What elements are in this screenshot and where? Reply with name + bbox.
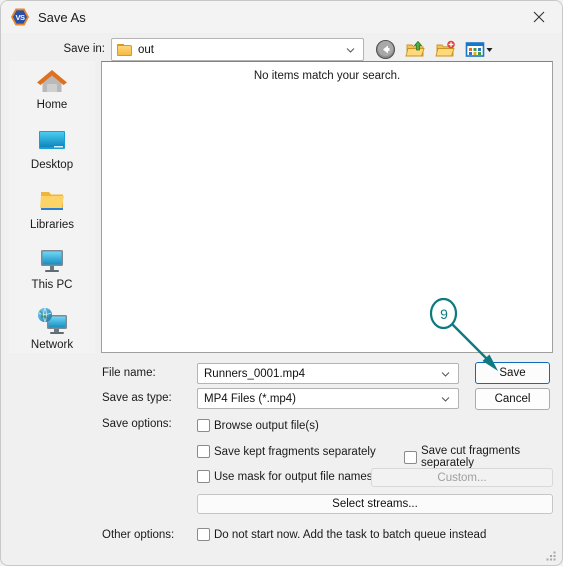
save-in-value: out bbox=[138, 43, 154, 56]
back-button[interactable] bbox=[375, 39, 396, 60]
browse-output-checkbox[interactable]: Browse output file(s) bbox=[197, 419, 319, 432]
title-bar: VS Save As bbox=[1, 1, 562, 33]
sidebar-item-this-pc[interactable]: This PC bbox=[9, 241, 95, 299]
empty-list-message: No items match your search. bbox=[253, 70, 401, 82]
save-options-label: Save options: bbox=[102, 418, 172, 430]
resize-grip[interactable] bbox=[546, 550, 557, 561]
network-globe-icon bbox=[34, 305, 70, 337]
checkbox-label: Save kept fragments separately bbox=[214, 445, 376, 458]
checkbox-box bbox=[197, 445, 210, 458]
checkbox-box bbox=[197, 528, 210, 541]
checkbox-label: Do not start now. Add the task to batch … bbox=[214, 528, 487, 541]
sidebar-item-label: This PC bbox=[31, 279, 73, 291]
checkbox-box bbox=[404, 450, 417, 464]
save-as-type-label: Save as type: bbox=[102, 392, 172, 404]
cancel-button[interactable]: Cancel bbox=[475, 388, 550, 410]
save-cut-fragments-checkbox[interactable]: Save cut fragments separately bbox=[404, 445, 562, 469]
sidebar-item-network[interactable]: Network bbox=[9, 301, 95, 359]
custom-button[interactable]: Custom... bbox=[371, 468, 553, 487]
file-name-value: Runners_0001.mp4 bbox=[204, 367, 306, 380]
close-button[interactable] bbox=[516, 1, 562, 33]
save-as-type-value: MP4 Files (*.mp4) bbox=[204, 392, 297, 405]
back-arrow-icon bbox=[376, 40, 395, 59]
file-list-panel[interactable]: No items match your search. bbox=[101, 61, 553, 353]
save-in-label: Save in: bbox=[63, 43, 105, 55]
save-as-dialog: VS Save As Save in: out Home Desktop Lib… bbox=[0, 0, 563, 566]
up-one-level-button[interactable] bbox=[405, 39, 426, 60]
libraries-folder-icon bbox=[34, 185, 70, 217]
checkbox-label: Save cut fragments separately bbox=[421, 445, 521, 469]
batch-queue-checkbox[interactable]: Do not start now. Add the task to batch … bbox=[197, 528, 486, 541]
save-kept-fragments-checkbox[interactable]: Save kept fragments separately bbox=[197, 445, 376, 458]
save-in-combobox[interactable]: out bbox=[111, 38, 364, 61]
other-options-label: Other options: bbox=[102, 529, 175, 541]
vs-badge-icon: VS bbox=[11, 8, 29, 26]
places-sidebar: Home Desktop Libraries This PC Network bbox=[9, 61, 95, 353]
chevron-down-icon bbox=[346, 45, 355, 54]
chevron-down-icon bbox=[441, 394, 450, 403]
this-pc-monitor-icon bbox=[34, 245, 70, 277]
views-button[interactable] bbox=[465, 39, 494, 60]
folder-icon bbox=[117, 43, 132, 56]
sidebar-item-label: Network bbox=[30, 339, 74, 351]
select-streams-button[interactable]: Select streams... bbox=[197, 494, 553, 514]
close-icon bbox=[533, 11, 545, 23]
use-mask-checkbox[interactable]: Use mask for output file names bbox=[197, 470, 373, 483]
file-name-input[interactable]: Runners_0001.mp4 bbox=[197, 363, 459, 384]
sidebar-item-label: Libraries bbox=[29, 219, 75, 231]
checkbox-box bbox=[197, 470, 210, 483]
sidebar-item-label: Desktop bbox=[30, 159, 74, 171]
annotation-step-number: 9 bbox=[440, 306, 448, 322]
views-grid-icon bbox=[465, 42, 493, 57]
checkbox-box bbox=[197, 419, 210, 432]
sidebar-item-desktop[interactable]: Desktop bbox=[9, 121, 95, 179]
window-title: Save As bbox=[38, 9, 86, 25]
desktop-monitor-icon bbox=[34, 125, 70, 157]
save-as-type-combobox[interactable]: MP4 Files (*.mp4) bbox=[197, 388, 459, 409]
new-folder-icon bbox=[435, 40, 455, 57]
sidebar-item-home[interactable]: Home bbox=[9, 61, 95, 119]
navigation-toolbar bbox=[375, 39, 494, 60]
sidebar-item-label: Home bbox=[36, 99, 68, 111]
save-button[interactable]: Save bbox=[475, 362, 550, 384]
checkbox-label: Browse output file(s) bbox=[214, 419, 319, 432]
file-name-label: File name: bbox=[102, 367, 156, 379]
resize-grip-icon bbox=[546, 551, 556, 561]
up-folder-icon bbox=[405, 40, 425, 57]
create-new-folder-button[interactable] bbox=[435, 39, 456, 60]
sidebar-item-libraries[interactable]: Libraries bbox=[9, 181, 95, 239]
chevron-down-icon bbox=[441, 369, 450, 378]
checkbox-label: Use mask for output file names bbox=[214, 470, 373, 483]
home-icon bbox=[34, 65, 70, 97]
